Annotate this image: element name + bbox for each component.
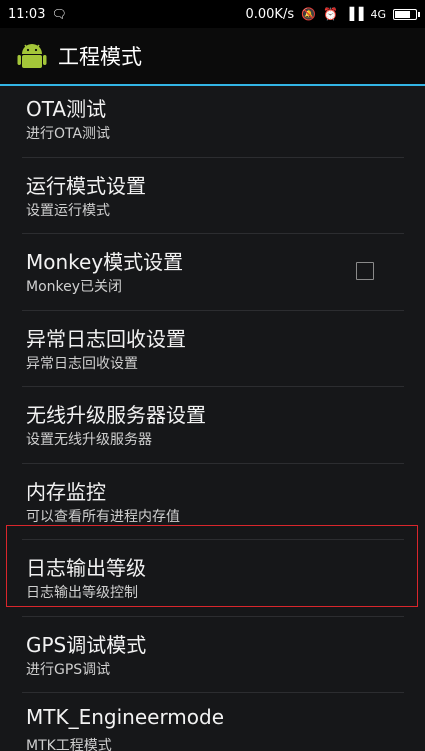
list-item-subtitle: 日志输出等级控制	[26, 585, 138, 601]
status-time: 11:03	[8, 6, 46, 22]
list-item-subtitle: 可以查看所有进程内存值	[26, 508, 180, 525]
battery-icon	[393, 8, 420, 20]
network-type: 4G	[370, 7, 386, 21]
list-item-log-level[interactable]: 日志输出等级 日志输出等级控制	[0, 540, 425, 617]
signal-icon: ▐▐	[345, 7, 364, 21]
chat-notification-icon: 🗨	[51, 7, 67, 21]
list-item-title: 内存监控	[26, 479, 106, 504]
page-title: 工程模式	[58, 45, 142, 69]
list-item-memory-monitor[interactable]: 内存监控 可以查看所有进程内存值	[0, 464, 425, 540]
list-item-title: 无线升级服务器设置	[26, 403, 206, 427]
settings-list-inner: OTA测试 进行OTA测试 运行模式设置 设置运行模式 Monkey模式设置 M…	[0, 86, 425, 751]
list-item-title: 异常日志回收设置	[26, 326, 186, 351]
list-item-subtitle: 进行GPS调试	[26, 661, 111, 678]
net-speed: 0.00K/s	[245, 6, 295, 22]
list-item-title: Monkey模式设置	[26, 250, 184, 274]
list-item-monkey-mode[interactable]: Monkey模式设置 Monkey已关闭	[0, 234, 425, 311]
action-bar: 工程模式	[0, 28, 425, 84]
list-item-title: MTK_Engineermode	[26, 705, 225, 729]
status-bar: 11:03 🗨 0.00K/s 🔕 ⏰ ▐▐ 4G	[0, 0, 425, 28]
android-icon[interactable]	[16, 40, 48, 72]
alarm-icon: ⏰	[323, 7, 338, 21]
mute-icon: 🔕	[301, 7, 317, 21]
monkey-mode-checkbox[interactable]	[356, 262, 374, 280]
list-item-title: OTA测试	[26, 97, 107, 121]
list-item-subtitle: 异常日志回收设置	[26, 355, 138, 372]
list-item-subtitle: 进行OTA测试	[26, 126, 111, 142]
battery-fill	[395, 10, 410, 18]
list-item-run-mode[interactable]: 运行模式设置 设置运行模式	[0, 158, 425, 234]
list-item-subtitle: MTK工程模式	[26, 738, 112, 751]
list-item-mtk-engineermode[interactable]: MTK_Engineermode MTK工程模式	[0, 693, 425, 751]
list-item-gps-debug[interactable]: GPS调试模式 进行GPS调试	[0, 617, 425, 693]
list-item-title: 运行模式设置	[26, 173, 146, 198]
settings-list[interactable]: OTA测试 进行OTA测试 运行模式设置 设置运行模式 Monkey模式设置 M…	[0, 86, 425, 751]
list-item-exception-log[interactable]: 异常日志回收设置 异常日志回收设置	[0, 311, 425, 387]
list-item-subtitle: 设置无线升级服务器	[26, 432, 152, 448]
list-item-ota-server[interactable]: 无线升级服务器设置 设置无线升级服务器	[0, 387, 425, 464]
list-item-title: GPS调试模式	[26, 632, 147, 657]
list-item-subtitle: Monkey已关闭	[26, 279, 123, 295]
list-item-title: 日志输出等级	[26, 556, 146, 580]
list-item-ota-test[interactable]: OTA测试 进行OTA测试	[0, 86, 425, 158]
list-item-subtitle: 设置运行模式	[26, 202, 110, 219]
